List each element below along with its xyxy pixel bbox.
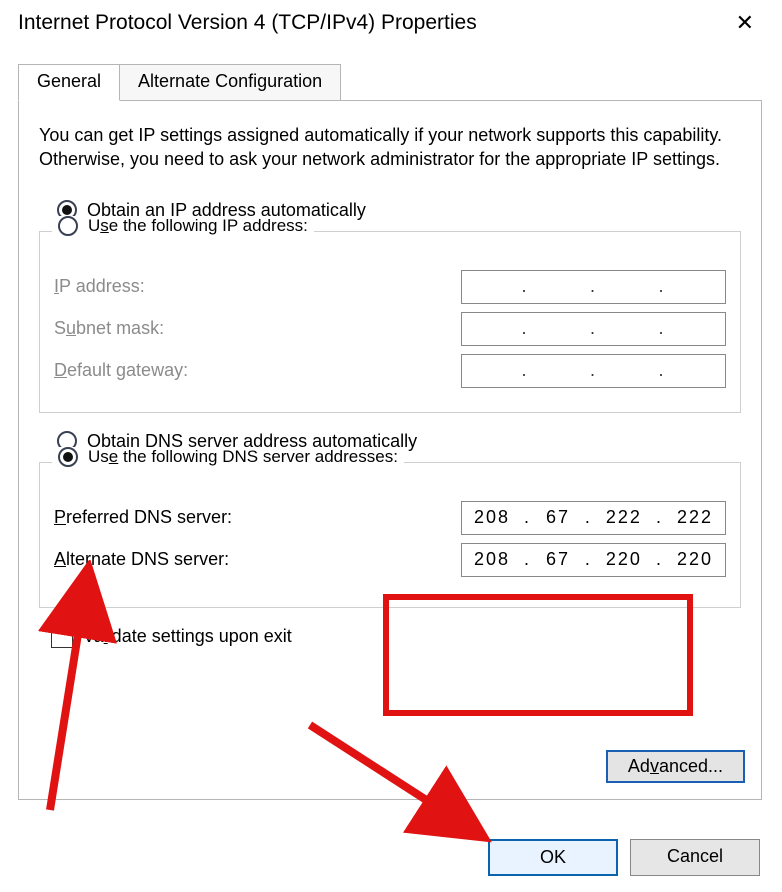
radio-icon[interactable]	[58, 447, 78, 467]
fieldset-ip-manual: Use the following IP address: IP address…	[39, 231, 741, 413]
row-preferred-dns: Preferred DNS server: 208.67.222.222	[54, 501, 726, 535]
input-ip-address[interactable]: ...	[461, 270, 726, 304]
description-text: You can get IP settings assigned automat…	[39, 123, 741, 172]
radio-dns-manual-label: Use the following DNS server addresses:	[88, 447, 398, 467]
checkbox-validate-exit[interactable]: Validate settings upon exit	[51, 626, 741, 648]
checkbox-icon[interactable]	[51, 626, 73, 648]
label-gateway: Default gateway:	[54, 360, 188, 381]
input-subnet[interactable]: ...	[461, 312, 726, 346]
row-gateway: Default gateway: ...	[54, 354, 726, 388]
general-panel: You can get IP settings assigned automat…	[18, 100, 762, 800]
row-alternate-dns: Alternate DNS server: 208.67.220.220	[54, 543, 726, 577]
advanced-button[interactable]: Advanced...	[606, 750, 745, 783]
row-subnet: Subnet mask: ...	[54, 312, 726, 346]
input-alternate-dns[interactable]: 208.67.220.220	[461, 543, 726, 577]
close-icon[interactable]: ✕	[728, 8, 762, 38]
fieldset-dns-manual: Use the following DNS server addresses: …	[39, 462, 741, 608]
dialog-button-row: OK Cancel	[488, 839, 760, 876]
label-subnet: Subnet mask:	[54, 318, 164, 339]
row-ip-address: IP address: ...	[54, 270, 726, 304]
input-gateway[interactable]: ...	[461, 354, 726, 388]
checkbox-validate-label: Validate settings upon exit	[83, 626, 292, 647]
tab-general[interactable]: General	[18, 64, 120, 101]
ok-button[interactable]: OK	[488, 839, 618, 876]
tab-alternate[interactable]: Alternate Configuration	[119, 64, 341, 101]
label-ip-address: IP address:	[54, 276, 145, 297]
radio-icon[interactable]	[58, 216, 78, 236]
input-preferred-dns[interactable]: 208.67.222.222	[461, 501, 726, 535]
radio-ip-manual[interactable]: Use the following IP address:	[52, 216, 314, 236]
titlebar: Internet Protocol Version 4 (TCP/IPv4) P…	[0, 0, 782, 46]
label-preferred-dns: Preferred DNS server:	[54, 507, 232, 528]
tab-strip: General Alternate Configuration	[18, 64, 782, 101]
radio-ip-manual-label: Use the following IP address:	[88, 216, 308, 236]
cancel-button[interactable]: Cancel	[630, 839, 760, 876]
radio-dns-manual[interactable]: Use the following DNS server addresses:	[52, 447, 404, 467]
label-alternate-dns: Alternate DNS server:	[54, 549, 229, 570]
window-title: Internet Protocol Version 4 (TCP/IPv4) P…	[18, 11, 477, 35]
